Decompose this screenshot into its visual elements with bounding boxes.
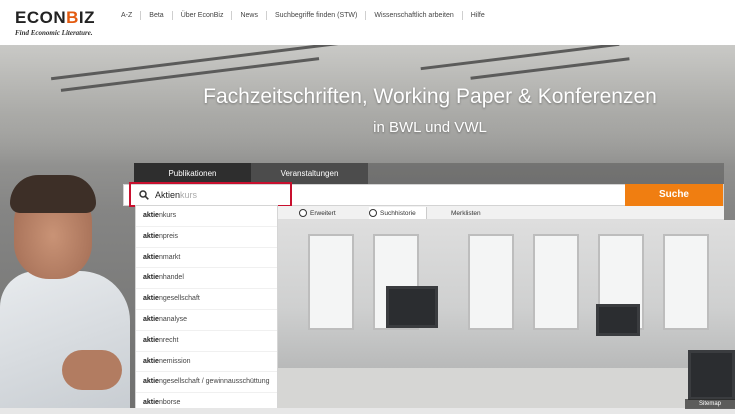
autocomplete-dropdown: aktienkurs aktienpreis aktienmarkt aktie… xyxy=(135,205,278,414)
suggestion-item[interactable]: aktienkurs xyxy=(136,206,277,227)
search-options-strip xyxy=(278,206,724,220)
nav-news[interactable]: News xyxy=(231,11,266,20)
nav-scientific-work[interactable]: Wissenschaftlich arbeiten xyxy=(365,11,461,20)
nav-beta[interactable]: Beta xyxy=(140,11,171,20)
nav-help[interactable]: Hilfe xyxy=(461,11,493,20)
search-history-option[interactable]: Suchhistorie xyxy=(369,207,427,219)
monitor-graphic xyxy=(596,304,640,336)
monitor-graphic xyxy=(688,350,735,400)
footer-bar xyxy=(0,408,735,414)
nav-about[interactable]: Über EconBiz xyxy=(171,11,232,20)
person-hair xyxy=(10,175,96,213)
person-photo xyxy=(0,175,130,414)
advanced-circle-icon xyxy=(299,209,307,217)
watchlist-label: Merklisten xyxy=(451,209,481,217)
office-window xyxy=(308,234,354,330)
office-window xyxy=(533,234,579,330)
suggestion-item[interactable]: aktienhandel xyxy=(136,268,277,290)
tab-publikationen[interactable]: Publikationen xyxy=(134,163,251,184)
watchlist-option[interactable]: Merklisten xyxy=(451,207,481,219)
office-window xyxy=(468,234,514,330)
suggestion-item[interactable]: aktienanalyse xyxy=(136,310,277,331)
person-hand xyxy=(62,350,122,390)
logo-tagline: Find Economic Literature. xyxy=(15,29,93,37)
search-button[interactable]: Suche xyxy=(625,184,723,206)
econbiz-logo[interactable]: ECONBIZ Find Economic Literature. xyxy=(15,8,96,38)
advanced-search-option[interactable]: Erweitert xyxy=(299,207,336,219)
suggestion-item[interactable]: aktienpreis xyxy=(136,227,277,248)
office-window xyxy=(663,234,709,330)
advanced-label: Erweitert xyxy=(310,209,336,217)
monitor-graphic xyxy=(386,286,438,328)
hero-title: Fachzeitschriften, Working Paper & Konfe… xyxy=(203,85,657,108)
suggestion-item[interactable]: aktienemission xyxy=(136,352,277,373)
top-navigation: A-Z Beta Über EconBiz News Suchbegriffe … xyxy=(113,11,493,20)
suggestion-item[interactable]: aktiengesellschaft / gewinnausschüttung xyxy=(136,372,277,394)
suggestion-item[interactable]: aktienrecht xyxy=(136,331,277,352)
nav-a-z[interactable]: A-Z xyxy=(113,11,140,20)
suggestion-item[interactable]: aktiengesellschaft xyxy=(136,289,277,310)
person-shirt xyxy=(0,271,130,414)
office-photo xyxy=(278,220,735,414)
tab-strip xyxy=(368,163,724,184)
top-header: ECONBIZ Find Economic Literature. A-Z Be… xyxy=(0,0,735,45)
hero-banner: Fachzeitschriften, Working Paper & Konfe… xyxy=(0,45,735,414)
suggestion-item[interactable]: aktienmarkt xyxy=(136,248,277,269)
clock-icon xyxy=(369,209,377,217)
logo-wordmark: ECONBIZ xyxy=(15,8,96,27)
sitemap-link[interactable]: Sitemap xyxy=(685,399,735,409)
search-focus-highlight xyxy=(129,182,292,207)
hero-subtitle: in BWL und VWL xyxy=(373,119,487,136)
tab-veranstaltungen[interactable]: Veranstaltungen xyxy=(251,163,368,184)
history-label: Suchhistorie xyxy=(380,209,416,217)
nav-stw[interactable]: Suchbegriffe finden (STW) xyxy=(266,11,365,20)
